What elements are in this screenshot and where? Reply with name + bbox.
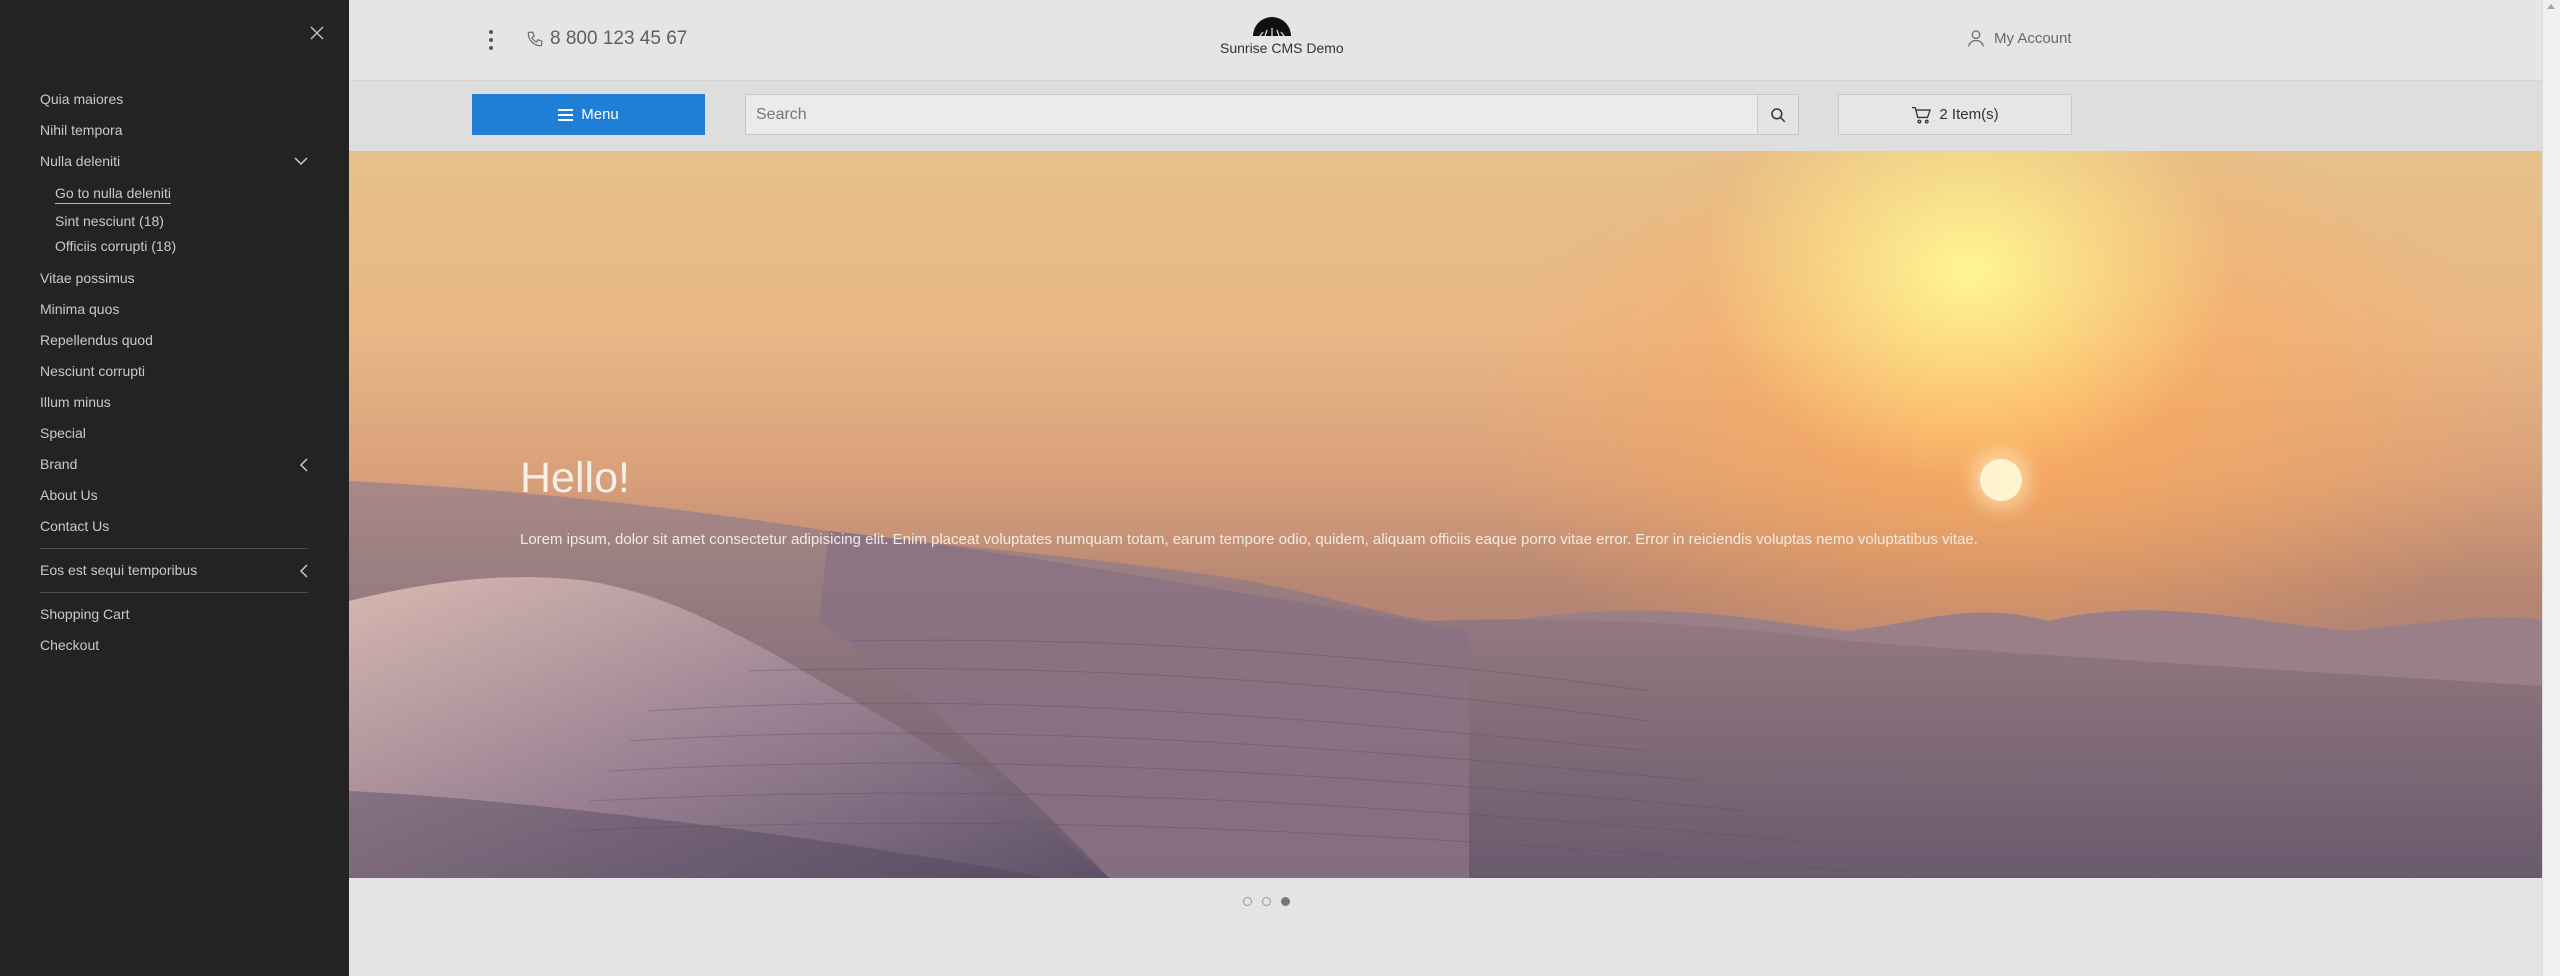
divider [40, 548, 308, 549]
drawer-item-vitae-possimus[interactable]: Vitae possimus [40, 263, 308, 294]
drawer-item-shopping-cart[interactable]: Shopping Cart [40, 599, 308, 630]
drawer-item-nulla-deleniti[interactable]: Nulla deleniti [40, 146, 308, 177]
close-icon[interactable] [306, 22, 328, 44]
submenu-item-officiis-corrupti[interactable]: Officiis corrupti (18) [55, 234, 308, 259]
drawer-item-label: Eos est sequi temporibus [40, 562, 198, 578]
drawer-item-contact-us[interactable]: Contact Us [40, 511, 308, 542]
drawer-item-minima-quos[interactable]: Minima quos [40, 294, 308, 325]
drawer-item-eos-est[interactable]: Eos est sequi temporibus [40, 555, 308, 586]
drawer-item-label: Nulla deleniti [40, 153, 121, 169]
divider [40, 592, 308, 593]
drawer-overlay[interactable] [349, 0, 2543, 976]
page-scrollbar[interactable] [2542, 0, 2560, 976]
chevron-down-icon[interactable] [294, 157, 308, 166]
drawer-submenu: Go to nulla deleniti Sint nesciunt (18) … [40, 177, 308, 259]
drawer-item-repellendus-quod[interactable]: Repellendus quod [40, 325, 308, 356]
drawer-nav: Quia maiores Nihil tempora Nulla delenit… [40, 84, 308, 661]
drawer-item-nesciunt-corrupti[interactable]: Nesciunt corrupti [40, 356, 308, 387]
side-drawer: Quia maiores Nihil tempora Nulla delenit… [0, 0, 349, 976]
submenu-item-go-to[interactable]: Go to nulla deleniti [55, 177, 308, 209]
drawer-item-nihil-tempora[interactable]: Nihil tempora [40, 115, 308, 146]
chevron-left-icon[interactable] [299, 458, 308, 472]
submenu-item-sint-nesciunt[interactable]: Sint nesciunt (18) [55, 209, 308, 234]
scroll-up-arrow-icon[interactable] [2547, 4, 2555, 9]
drawer-item-about-us[interactable]: About Us [40, 480, 308, 511]
drawer-item-label: Brand [40, 456, 78, 472]
drawer-item-checkout[interactable]: Checkout [40, 630, 308, 661]
drawer-item-quia-maiores[interactable]: Quia maiores [40, 84, 308, 115]
submenu-label: Go to nulla deleniti [55, 185, 171, 204]
chevron-left-icon[interactable] [299, 564, 308, 578]
drawer-item-special[interactable]: Special [40, 418, 308, 449]
drawer-item-illum-minus[interactable]: Illum minus [40, 387, 308, 418]
drawer-item-brand[interactable]: Brand [40, 449, 308, 480]
